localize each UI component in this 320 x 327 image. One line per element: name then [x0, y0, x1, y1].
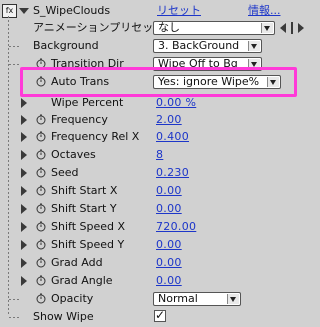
param-label: Shift Speed Y [51, 238, 125, 251]
param-label: Grad Add [51, 256, 103, 269]
fx-badge-icon[interactable]: fx [2, 4, 17, 18]
reset-link[interactable]: リセット [157, 2, 201, 20]
param-show-wipe-row: Show Wipe ✓ [0, 308, 320, 326]
param-background-row: Background 3. BackGround [0, 37, 320, 55]
stopwatch-icon[interactable] [36, 203, 46, 214]
param-shift-speed-y-row: Shift Speed Y 0.00 [0, 236, 320, 254]
stopwatch-icon[interactable] [36, 149, 46, 160]
param-frequency-rel-x-row: Frequency Rel X 0.400 [0, 128, 320, 146]
stopwatch-icon[interactable] [36, 293, 46, 304]
opacity-dropdown[interactable]: Normal [153, 292, 241, 306]
param-label: Shift Start X [51, 184, 118, 197]
preset-row: アニメーションプリセット： なし [0, 19, 320, 37]
param-label: Background [33, 39, 99, 52]
expand-icon[interactable] [21, 204, 27, 214]
param-shift-start-x-row: Shift Start X 0.00 [0, 182, 320, 200]
expand-icon[interactable] [21, 98, 27, 108]
stopwatch-icon[interactable] [36, 167, 46, 178]
expand-icon[interactable] [21, 168, 27, 178]
stopwatch-icon[interactable] [36, 239, 46, 250]
expand-icon[interactable] [21, 276, 27, 286]
tree-guide-branch [9, 317, 19, 318]
frequency-rel-x-value[interactable]: 0.400 [156, 128, 189, 146]
expand-icon[interactable] [21, 115, 27, 125]
expand-icon[interactable] [21, 132, 27, 142]
tree-guide-branch [9, 46, 19, 47]
preset-next-icon[interactable] [298, 23, 304, 33]
param-frequency-row: Frequency 2.00 [0, 111, 320, 129]
param-label: Opacity [51, 292, 94, 305]
preset-prev-icon[interactable] [280, 23, 286, 33]
frequency-value[interactable]: 2.00 [156, 111, 182, 129]
param-label: Frequency Rel X [51, 130, 140, 143]
grad-angle-value[interactable]: 0.00 [156, 272, 182, 290]
param-grad-angle-row: Grad Angle 0.00 [0, 272, 320, 290]
background-value: 3. BackGround [158, 39, 240, 52]
highlight-box [20, 67, 297, 97]
effect-controls-panel: fx S_WipeClouds リセット 情報... アニメーションプリセット：… [0, 0, 320, 327]
param-label: Shift Start Y [51, 202, 117, 215]
effect-header-row: fx S_WipeClouds リセット 情報... [0, 2, 320, 20]
expand-icon[interactable] [21, 186, 27, 196]
shift-speed-y-value[interactable]: 0.00 [156, 236, 182, 254]
grad-add-value[interactable]: 0.00 [156, 254, 182, 272]
stopwatch-icon[interactable] [36, 221, 46, 232]
param-shift-speed-x-row: Shift Speed X 720.00 [0, 218, 320, 236]
preset-dropdown[interactable]: なし [153, 21, 275, 35]
param-label: Seed [51, 166, 79, 179]
param-label: Frequency [51, 113, 108, 126]
stopwatch-icon[interactable] [36, 131, 46, 142]
expand-icon[interactable] [21, 240, 27, 250]
info-link[interactable]: 情報... [248, 2, 281, 20]
effect-name: S_WipeClouds [33, 4, 111, 17]
param-label: Shift Speed X [51, 220, 126, 233]
shift-start-x-value[interactable]: 0.00 [156, 182, 182, 200]
chevron-down-icon [227, 294, 239, 304]
background-dropdown[interactable]: 3. BackGround [153, 39, 262, 53]
param-seed-row: Seed 0.230 [0, 164, 320, 182]
stopwatch-icon[interactable] [36, 275, 46, 286]
tree-guide-branch [9, 64, 19, 65]
expand-icon[interactable] [21, 258, 27, 268]
shift-speed-x-value[interactable]: 720.00 [156, 218, 196, 236]
tree-guide-branch [9, 299, 19, 300]
preset-separator-icon [291, 22, 293, 34]
checkmark-icon: ✓ [155, 308, 166, 322]
param-label: Show Wipe [33, 310, 94, 323]
stopwatch-icon[interactable] [36, 257, 46, 268]
param-grad-add-row: Grad Add 0.00 [0, 254, 320, 272]
preset-value: なし [158, 21, 180, 34]
chevron-down-icon [248, 41, 260, 51]
seed-value[interactable]: 0.230 [156, 164, 189, 182]
param-label: Grad Angle [51, 274, 113, 287]
stopwatch-icon[interactable] [36, 185, 46, 196]
param-octaves-row: Octaves 8 [0, 146, 320, 164]
param-shift-start-y-row: Shift Start Y 0.00 [0, 200, 320, 218]
param-label: Octaves [51, 148, 96, 161]
shift-start-y-value[interactable]: 0.00 [156, 200, 182, 218]
show-wipe-checkbox[interactable]: ✓ [154, 308, 166, 322]
param-opacity-row: Opacity Normal [0, 290, 320, 308]
stopwatch-icon[interactable] [36, 114, 46, 125]
chevron-down-icon [261, 23, 273, 33]
collapse-effect-icon[interactable] [19, 8, 29, 14]
expand-icon[interactable] [21, 150, 27, 160]
octaves-value[interactable]: 8 [156, 146, 163, 164]
opacity-value: Normal [158, 292, 198, 305]
expand-icon[interactable] [21, 222, 27, 232]
